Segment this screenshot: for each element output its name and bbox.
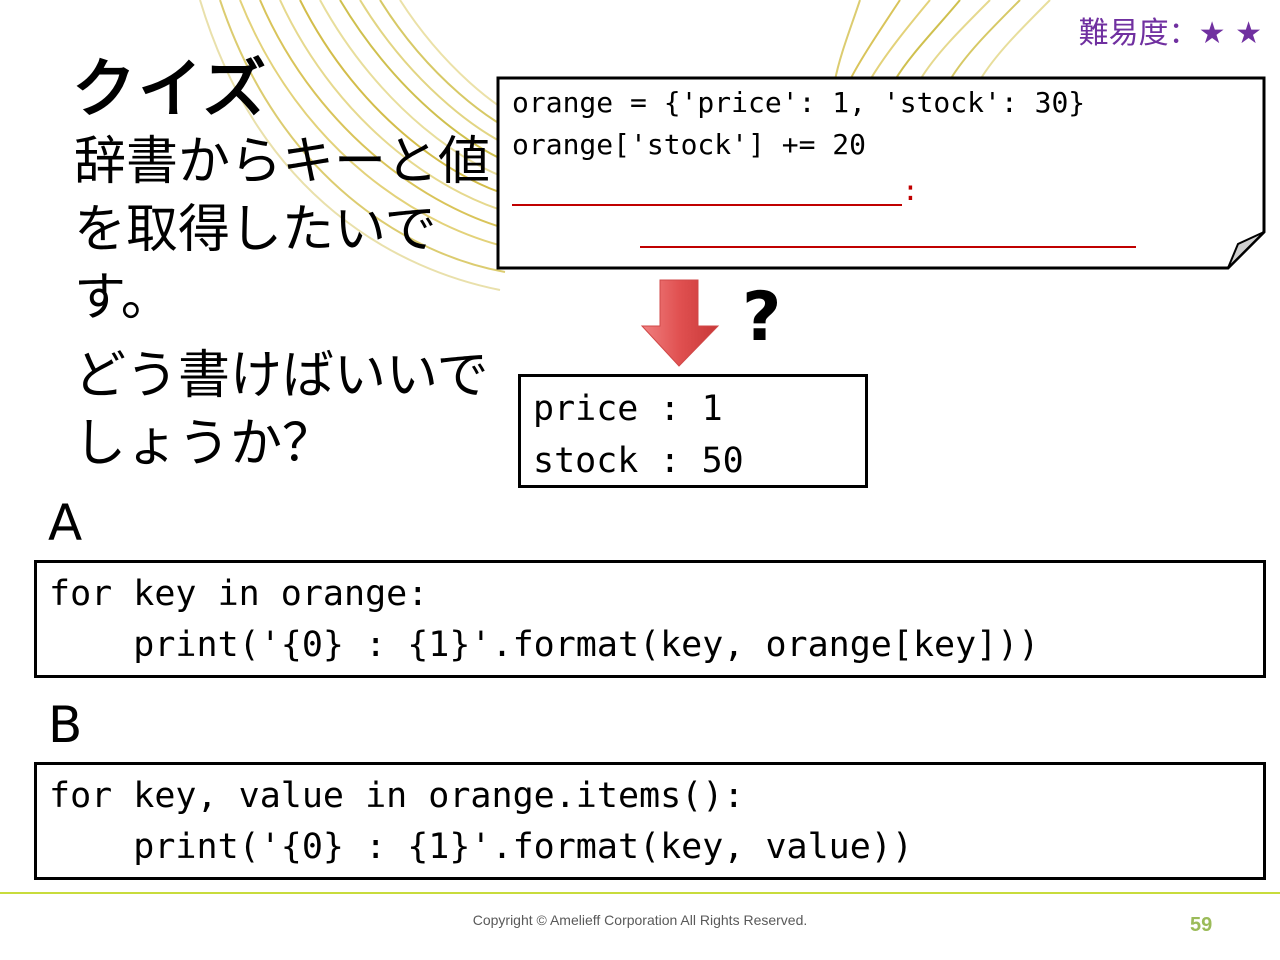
code-line: orange = {'price': 1, 'stock': 30} bbox=[512, 86, 1086, 119]
question-line: どう書けばいいでしょうか？ bbox=[74, 346, 489, 474]
blank-colon: : bbox=[902, 174, 919, 207]
code-snippet-note: orange = {'price': 1, 'stock': 30} orang… bbox=[496, 76, 1266, 270]
footer-divider bbox=[0, 892, 1280, 894]
option-b-code: for key, value in orange.items(): print(… bbox=[34, 762, 1266, 880]
question-text: 辞書からキーと値を取得したいです。 どう書けばいいでしょうか？ bbox=[74, 128, 494, 478]
expected-output: price : 1 stock : 50 bbox=[518, 374, 868, 488]
copyright-text: Copyright © Amelieff Corporation All Rig… bbox=[472, 912, 808, 928]
option-b-label: B bbox=[48, 696, 83, 754]
page-number: 59 bbox=[1190, 914, 1213, 936]
answer-blank bbox=[512, 204, 902, 206]
option-a-label: A bbox=[48, 494, 83, 552]
difficulty-rating: 難易度：★ ★ bbox=[1078, 16, 1262, 51]
down-arrow-icon bbox=[640, 279, 720, 367]
slide-title: クイズ bbox=[72, 53, 269, 127]
answer-blank bbox=[640, 246, 1136, 248]
question-line: 辞書からキーと値を取得したいです。 bbox=[74, 132, 491, 328]
option-a-code: for key in orange: print('{0} : {1}'.for… bbox=[34, 560, 1266, 678]
question-mark: ? bbox=[742, 278, 782, 357]
code-line: orange['stock'] += 20 bbox=[512, 128, 867, 161]
